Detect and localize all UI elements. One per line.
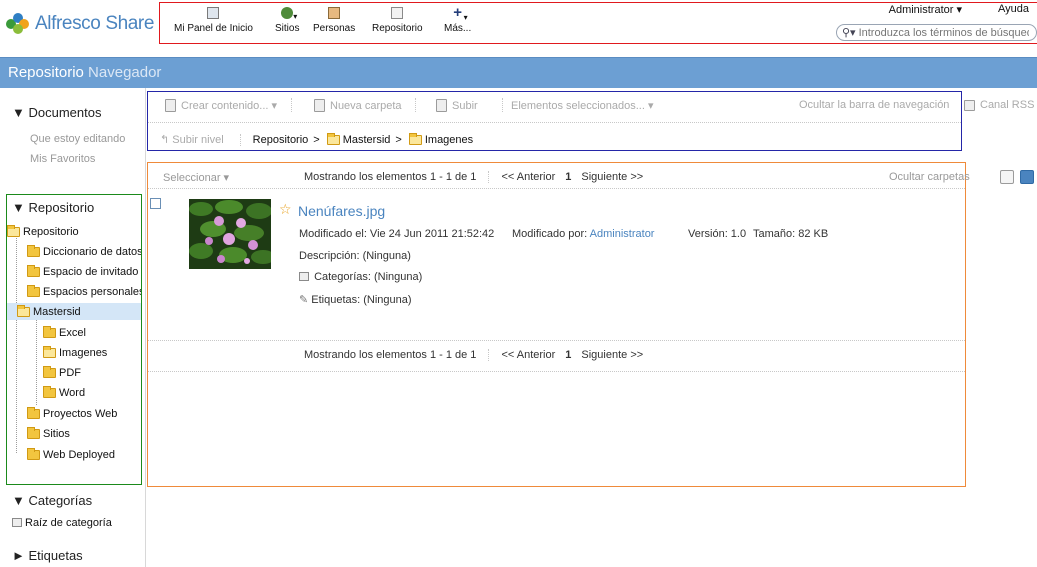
globe-icon (281, 7, 297, 21)
next-page-link[interactable]: Siguiente >> (581, 349, 643, 361)
alfresco-flower-icon (6, 13, 30, 35)
water-lilies-thumbnail (189, 199, 271, 269)
hide-folders-link[interactable]: Ocultar carpetas (889, 171, 970, 183)
tree-guide-line (36, 319, 37, 405)
search-box[interactable]: ⚲▾ (836, 24, 1037, 41)
up-level-button[interactable]: ↰ Subir nivel (160, 133, 224, 146)
divider (148, 371, 965, 372)
filter-favorites[interactable]: Mis Favoritos (30, 153, 95, 165)
open-folder-icon (408, 132, 422, 145)
modified-by: Modificado por: Administrator (512, 228, 655, 240)
nav-repository[interactable]: Repositorio (372, 7, 423, 34)
divider (148, 340, 965, 341)
documents-heading[interactable]: ▼ Documentos (12, 105, 101, 120)
tree-node-web-deployed[interactable]: Web Deployed (27, 446, 115, 463)
tree-node-excel[interactable]: Excel (43, 324, 86, 341)
simple-view-icon[interactable] (1000, 170, 1014, 184)
prev-page-link[interactable]: << Anterior (501, 171, 555, 183)
people-icon (328, 7, 341, 19)
folder-icon (27, 264, 40, 277)
select-menu[interactable]: Seleccionar ▾ (163, 171, 229, 184)
folder-icon (27, 284, 40, 297)
tag-icon: ✎ (299, 294, 309, 306)
alfresco-logo[interactable]: Alfresco Share (6, 11, 154, 37)
showing-count: Mostrando los elementos 1 - 1 de 1 (304, 349, 477, 361)
tags-heading[interactable]: ► Etiquetas (12, 548, 83, 563)
tree-guide-line (16, 238, 17, 453)
prev-page-link[interactable]: << Anterior (501, 349, 555, 361)
open-folder-icon (17, 304, 30, 317)
tree-node-data-dictionary[interactable]: Diccionario de datos (27, 243, 141, 260)
tree-node-pdf[interactable]: PDF (43, 364, 81, 381)
favorite-star-icon[interactable]: ☆ (279, 201, 292, 218)
item-select-checkbox[interactable] (150, 198, 161, 209)
detailed-view-icon[interactable] (1020, 170, 1034, 184)
nav-people[interactable]: Personas (313, 7, 355, 34)
divider (148, 122, 961, 123)
repository-icon (391, 7, 404, 19)
dashboard-icon (207, 7, 220, 19)
filter-editing[interactable]: Que estoy editando (30, 133, 125, 145)
modifier-user-link[interactable]: Administrator (590, 228, 655, 240)
description: Descripción: (Ninguna) (299, 250, 411, 262)
help-link[interactable]: Ayuda (998, 3, 1029, 15)
open-folder-icon (7, 224, 20, 237)
tags: ✎ Etiquetas: (Ninguna) (299, 294, 412, 306)
category-root[interactable]: Raíz de categoría (12, 514, 112, 531)
nav-sites[interactable]: Sitios (275, 7, 299, 34)
modified-date: Modificado el: Vie 24 Jun 2011 21:52:42 (299, 228, 495, 240)
folder-icon (43, 385, 56, 398)
bottom-pagination: Mostrando los elementos 1 - 1 de 1 << An… (304, 349, 643, 361)
repository-tree-panel: ▼ Repositorio Repositorio Diccionario de… (6, 194, 142, 485)
page-title-bar: Repositorio Navegador (0, 57, 1037, 88)
nav-more[interactable]: + Más... (444, 5, 471, 34)
categories: Categorías: (Ninguna) (299, 271, 422, 283)
divider (148, 188, 965, 189)
tree-node-web-projects[interactable]: Proyectos Web (27, 405, 117, 422)
next-page-link[interactable]: Siguiente >> (581, 171, 643, 183)
search-icon[interactable]: ⚲▾ (842, 26, 856, 39)
rss-feed-button[interactable]: Canal RSS (964, 99, 1034, 111)
breadcrumb-imagenes[interactable]: Imagenes (425, 134, 473, 146)
tree-node-imagenes[interactable]: Imagenes (43, 344, 107, 361)
page-title: Repositorio Navegador (8, 64, 162, 81)
folder-icon (27, 447, 40, 460)
breadcrumb-repositorio[interactable]: Repositorio (253, 134, 309, 146)
plus-icon: + (452, 5, 467, 23)
tree-node-guest-space[interactable]: Espacio de invitado (27, 263, 138, 280)
open-folder-icon (326, 132, 340, 145)
user-menu[interactable]: Administrator ▾ (889, 3, 962, 16)
tree-node-mastersid[interactable]: Mastersid (7, 303, 141, 320)
search-input[interactable] (858, 26, 1029, 39)
folder-icon (27, 244, 40, 257)
version: Versión: 1.0 (688, 228, 747, 240)
category-icon (299, 272, 309, 281)
nav-dashboard[interactable]: Mi Panel de Inicio (174, 7, 253, 34)
image-thumbnail[interactable] (189, 199, 271, 269)
logo-text: Alfresco Share (35, 13, 155, 34)
folder-icon (27, 406, 40, 419)
up-arrow-icon: ↰ (160, 134, 170, 146)
categories-heading[interactable]: ▼ Categorías (12, 493, 92, 508)
file-name-link[interactable]: Nenúfares.jpg (298, 203, 385, 219)
file-size: Tamaño: 82 KB (753, 228, 829, 240)
folder-icon (43, 325, 56, 338)
top-pagination: Mostrando los elementos 1 - 1 de 1 << An… (304, 171, 643, 183)
folder-icon (27, 426, 40, 439)
folder-icon (43, 365, 56, 378)
tree-node-user-homes[interactable]: Espacios personales (27, 283, 141, 300)
breadcrumb-mastersid[interactable]: Mastersid (343, 134, 391, 146)
rss-icon (964, 99, 975, 111)
showing-count: Mostrando los elementos 1 - 1 de 1 (304, 171, 477, 183)
open-folder-icon (43, 345, 56, 358)
tree-node-repositorio[interactable]: Repositorio (7, 223, 79, 240)
repository-heading[interactable]: ▼ Repositorio (12, 200, 94, 215)
breadcrumb: ↰ Subir nivel Repositorio > Mastersid > … (160, 132, 474, 146)
current-page: 1 (565, 171, 572, 183)
tree-node-word[interactable]: Word (43, 384, 85, 401)
current-page: 1 (565, 349, 572, 361)
tree-node-sites[interactable]: Sitios (27, 425, 70, 442)
category-icon (12, 518, 22, 527)
